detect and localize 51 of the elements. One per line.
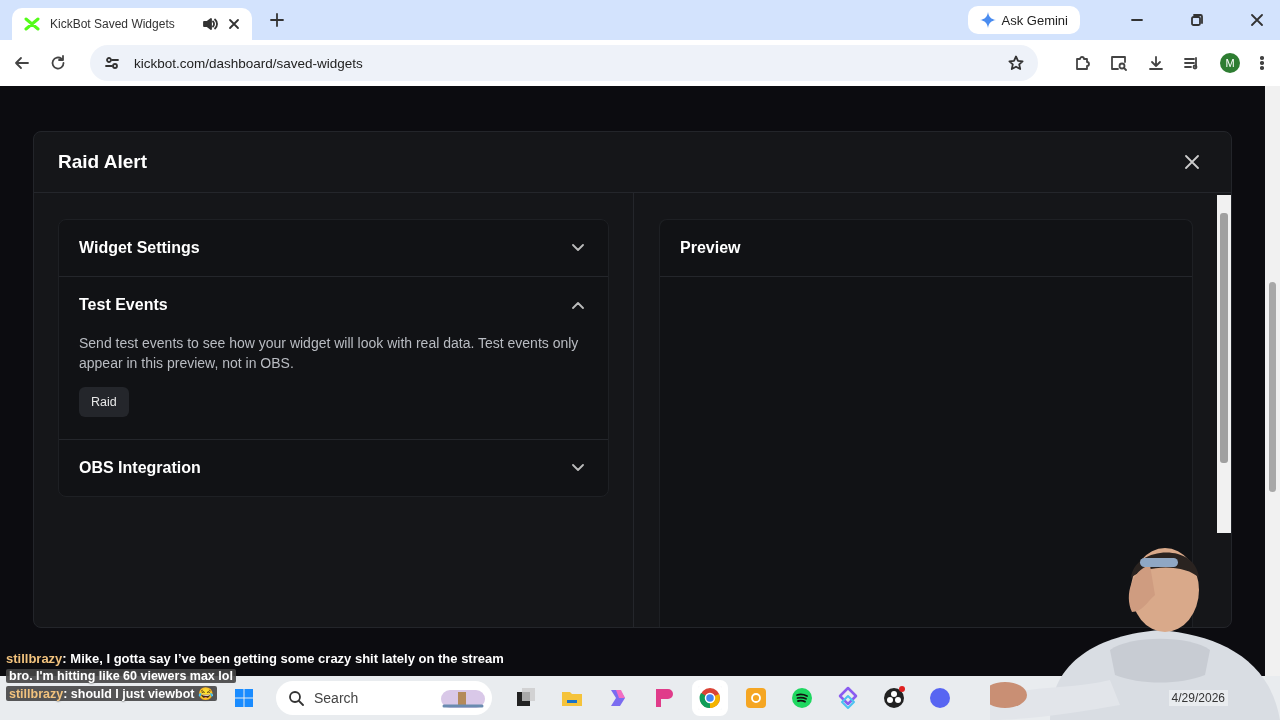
browser-tab[interactable]: KickBot Saved Widgets	[12, 8, 252, 40]
chevron-up-icon	[572, 301, 584, 309]
site-settings-icon[interactable]	[104, 55, 120, 71]
star-icon[interactable]	[1008, 55, 1024, 71]
chat-message: bro. I'm hitting like 60 viewers max lol	[9, 669, 233, 683]
close-icon[interactable]	[228, 18, 240, 30]
chat-username: stillbrazy	[6, 651, 63, 666]
accordion-header[interactable]: Widget Settings	[59, 220, 608, 276]
description-text: Send test events to see how your widget will look with real data. Test events only appear in this preview, not in OBS.	[79, 334, 580, 373]
url-text: kickbot.com/dashboard/saved-widgets	[134, 55, 363, 71]
raid-button[interactable]: Raid	[79, 387, 129, 417]
address-bar[interactable]: kickbot.com/dashboard/saved-widgets	[90, 45, 1038, 81]
section-title: OBS Integration	[79, 459, 201, 477]
restore-icon[interactable]	[1191, 14, 1203, 26]
chat-app-icon[interactable]	[928, 686, 952, 710]
search-field[interactable]: Search	[276, 681, 492, 715]
chat-message: : Mike, I gotta say I’ve been getting some crazy shit lately on the stream	[62, 651, 504, 666]
scrollbar[interactable]	[1217, 195, 1231, 533]
date-text: 4/29/2026	[1168, 690, 1228, 706]
back-icon[interactable]	[14, 55, 30, 71]
media-icon[interactable]	[1184, 55, 1200, 71]
accordion-header[interactable]: OBS Integration	[59, 440, 608, 496]
ask-gemini-button[interactable]: Ask Gemini	[967, 6, 1080, 34]
chevron-down-icon	[572, 464, 584, 472]
tab-title: KickBot Saved Widgets	[50, 17, 176, 31]
section-title: Test Events	[79, 296, 168, 314]
search-placeholder: Search	[314, 690, 359, 706]
favicon-icon	[24, 16, 40, 32]
new-tab-icon[interactable]	[270, 13, 284, 27]
chat-message: : should I just viewbot 😂	[63, 687, 214, 701]
scrollbar[interactable]	[1265, 86, 1280, 676]
accordion-header[interactable]: Test Events	[59, 277, 608, 333]
sparkle-icon	[979, 12, 996, 28]
diamond-app-icon[interactable]	[836, 686, 860, 710]
chat-username: stillbrazy	[9, 687, 64, 701]
menu-icon[interactable]	[1260, 55, 1264, 71]
speaker-icon[interactable]	[202, 16, 218, 32]
section-title: Widget Settings	[79, 239, 200, 257]
download-icon[interactable]	[1148, 55, 1164, 71]
tab-search-icon[interactable]	[1110, 55, 1128, 71]
chevron-down-icon	[572, 244, 584, 252]
modal-title: Raid Alert	[58, 151, 148, 173]
recorder-app-icon[interactable]	[882, 686, 906, 710]
reload-icon[interactable]	[50, 55, 66, 71]
profile-avatar[interactable]: M	[1220, 53, 1240, 73]
close-icon[interactable]	[1251, 14, 1263, 26]
search-icon	[288, 690, 304, 706]
preview-title: Preview	[680, 239, 741, 257]
music-app-icon[interactable]	[790, 686, 814, 710]
start-icon[interactable]	[234, 688, 254, 708]
puzzle-icon[interactable]	[1074, 55, 1090, 71]
